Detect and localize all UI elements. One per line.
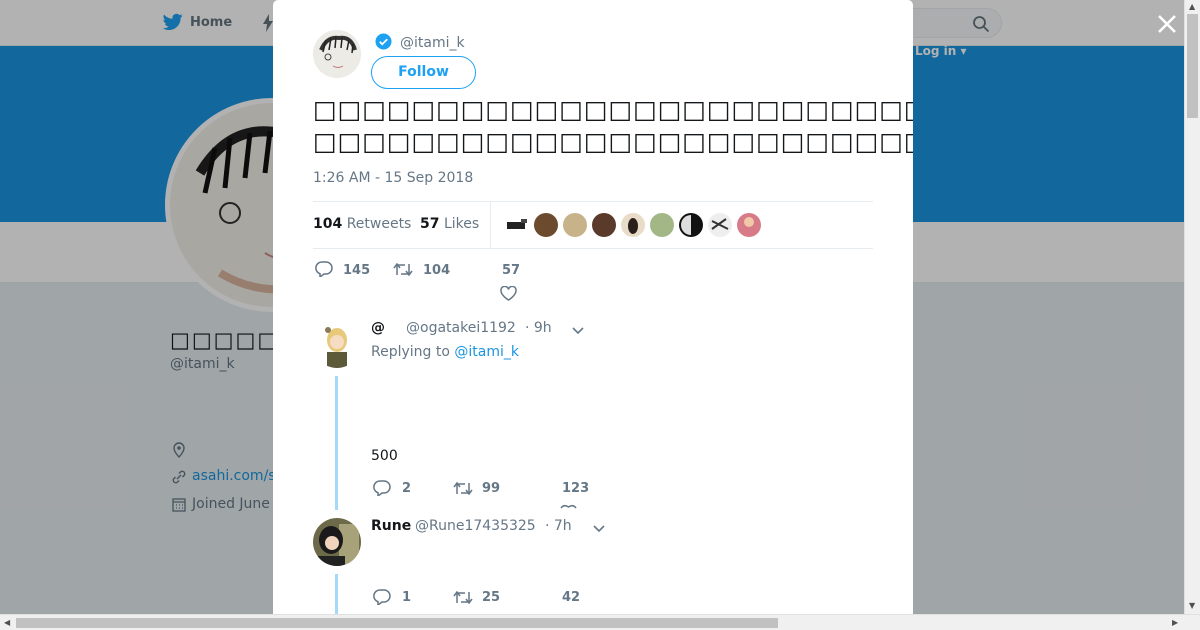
liker-avatar[interactable] <box>737 213 761 237</box>
author-handle[interactable]: @itami_k <box>400 35 465 51</box>
close-icon[interactable] <box>1155 12 1179 36</box>
scroll-down-arrow-icon[interactable]: ▼ <box>1189 601 1195 610</box>
like-heart-icon[interactable] <box>500 286 517 301</box>
like-count: 123 <box>562 481 590 496</box>
liker-avatar[interactable] <box>505 213 529 237</box>
chevron-down-icon[interactable] <box>571 325 585 335</box>
like-count: 42 <box>562 590 581 605</box>
reply-time[interactable]: · 7h <box>545 518 572 534</box>
tweet-permalink-modal: @itami_k Follow □□□□□□□□□□□□□□□□□□□□□□□□… <box>273 0 913 614</box>
liker-avatar[interactable] <box>534 213 558 237</box>
reply-icon[interactable] <box>373 589 391 605</box>
reply-author-handle[interactable]: @ogatakei1192 <box>406 320 516 336</box>
replying-to-prefix: Replying to <box>371 344 450 360</box>
stats-divider <box>490 202 491 248</box>
reply-author-name[interactable]: Rune <box>371 518 411 534</box>
tweet-text-line-1: □□□□□□□□□□□□□□□□□□□□□□□□□□□□□□□□□ <box>313 95 913 124</box>
replying-to-link[interactable]: @itami_k <box>454 344 519 360</box>
tweet-timestamp[interactable]: 1:26 AM - 15 Sep 2018 <box>313 170 473 186</box>
author-avatar[interactable] <box>313 30 361 78</box>
vertical-scrollbar[interactable]: ▲ ▼ <box>1184 0 1200 614</box>
reply-avatar[interactable] <box>313 320 361 368</box>
retweet-count: 99 <box>482 481 501 496</box>
like-count: 57 <box>502 263 521 278</box>
retweet-icon[interactable] <box>453 590 473 605</box>
liker-avatar[interactable] <box>650 213 674 237</box>
reply-count: 145 <box>343 263 371 278</box>
verified-badge-icon <box>375 33 392 50</box>
likes-label: Likes <box>443 216 480 232</box>
reply-avatar[interactable] <box>313 518 361 566</box>
horizontal-scroll-thumb[interactable] <box>16 618 778 628</box>
retweet-icon[interactable] <box>393 262 413 277</box>
liker-avatar[interactable] <box>679 213 703 237</box>
reply-tweet[interactable]: Rune @Rune17435325 · 7h 1 25 42 <box>313 518 873 614</box>
tweet-text-line-2: □□□□□□□□□□□□□□□□□□□□□□□□□□□□□□□□□□□□□□□□… <box>313 127 913 156</box>
reply-author-name[interactable]: @ <box>371 320 385 336</box>
liker-avatar[interactable] <box>592 213 616 237</box>
retweet-icon[interactable] <box>453 481 473 496</box>
reply-tweet[interactable]: @ @ogatakei1192 · 9h Replying to @itami_… <box>313 320 873 510</box>
vertical-scroll-thumb[interactable] <box>1187 14 1198 118</box>
retweet-count: 25 <box>482 590 501 605</box>
reply-icon[interactable] <box>315 261 333 277</box>
tweet-text: □□□□□□□□□□□□□□□□□□□□□□□□ □□□□□□□□□ □□□□□□… <box>313 94 913 158</box>
retweets-count: 104 <box>313 216 343 232</box>
scroll-up-arrow-icon[interactable]: ▲ <box>1189 2 1195 11</box>
like-heart-icon[interactable] <box>560 503 577 510</box>
liker-avatar[interactable] <box>708 213 732 237</box>
follow-button[interactable]: Follow <box>371 56 476 89</box>
scroll-right-arrow-icon[interactable]: ▶ <box>1172 618 1178 627</box>
reply-time[interactable]: · 9h <box>525 320 552 336</box>
reply-count: 2 <box>402 481 412 496</box>
horizontal-scrollbar[interactable]: ◀ ▶ <box>0 614 1200 630</box>
retweets-stat[interactable]: 104 Retweets <box>313 216 411 232</box>
chevron-down-icon[interactable] <box>592 523 606 533</box>
thread-line <box>335 376 338 510</box>
tweet-stats: 104 Retweets 57 Likes <box>313 201 873 249</box>
reply-icon[interactable] <box>373 480 391 496</box>
reply-author-handle[interactable]: @Rune17435325 <box>415 518 536 534</box>
likes-count: 57 <box>420 216 440 232</box>
reply-text: 500 <box>371 448 398 464</box>
reply-count: 1 <box>402 590 412 605</box>
likes-stat[interactable]: 57 Likes <box>420 216 479 232</box>
liker-avatar[interactable] <box>621 213 645 237</box>
replying-to: Replying to @itami_k <box>371 344 519 360</box>
liker-avatar[interactable] <box>563 213 587 237</box>
scroll-left-arrow-icon[interactable]: ◀ <box>4 618 10 627</box>
retweet-count: 104 <box>423 263 451 278</box>
thread-line <box>335 574 338 614</box>
retweets-label: Retweets <box>346 216 412 232</box>
